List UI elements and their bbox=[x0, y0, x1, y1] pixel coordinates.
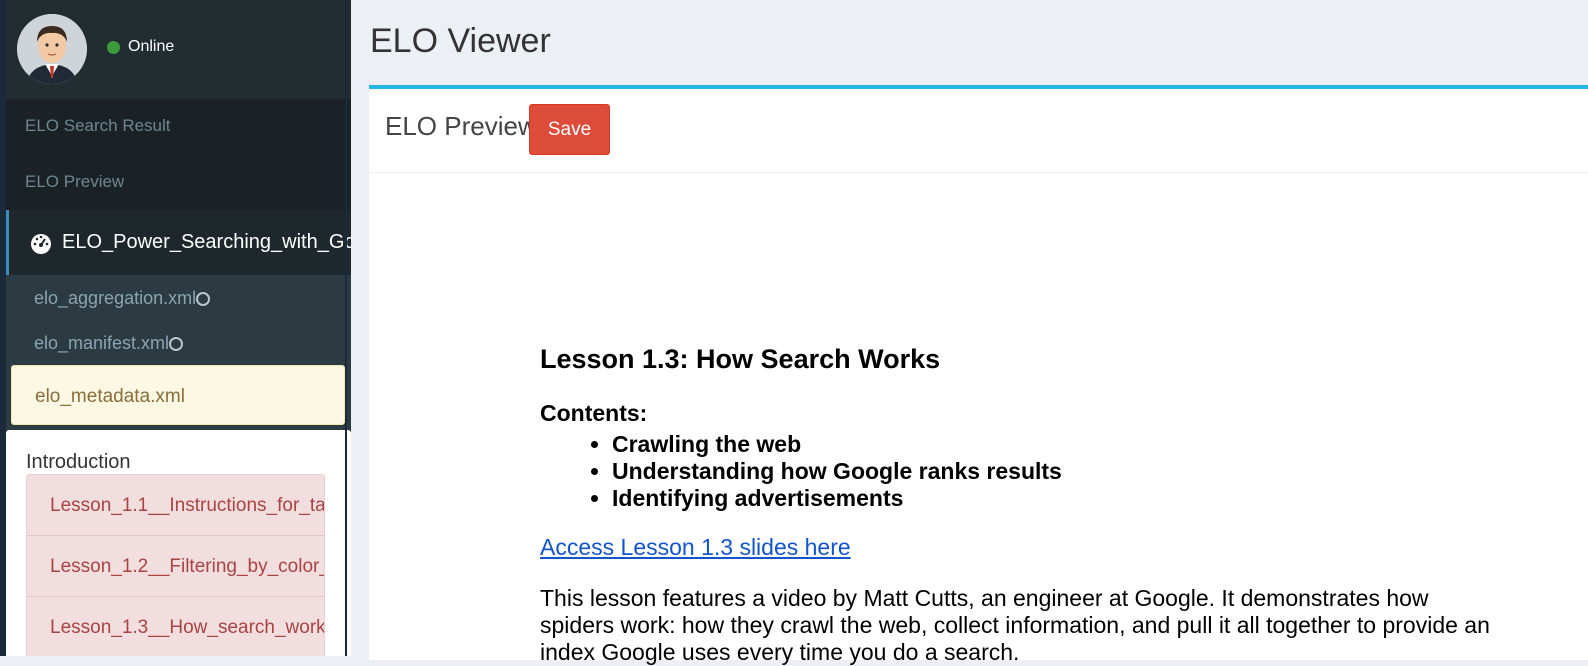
contents-label: Contents: bbox=[540, 400, 648, 426]
lesson-list: Lesson_1.1__Instructions_for_taking_this… bbox=[26, 474, 325, 656]
user-avatar[interactable] bbox=[17, 14, 87, 84]
save-button[interactable]: Save bbox=[529, 104, 610, 155]
lesson-label: Lesson_1.2__Filtering_by_color_(Images) bbox=[50, 556, 324, 577]
lesson-item[interactable]: Lesson_1.3__How_search_works_(Video) bbox=[27, 597, 324, 656]
box-header: ELO Preview Save bbox=[369, 89, 1588, 173]
lesson-label: Lesson_1.1__Instructions_for_taking_this… bbox=[50, 495, 325, 516]
file-item-aggregation[interactable]: elo_aggregation.xml bbox=[34, 288, 211, 309]
circle-icon bbox=[196, 291, 211, 306]
sidebar: Online ELO Search Result ELO Preview ELO… bbox=[6, 0, 351, 656]
status-label: Online bbox=[128, 38, 175, 55]
active-item-label: ELO_Power_Searching_with_Google bbox=[62, 231, 351, 253]
file-label: elo_manifest.xml bbox=[34, 333, 170, 353]
file-item-metadata-selected[interactable]: elo_metadata.xml bbox=[11, 365, 345, 425]
box-title: ELO Preview bbox=[385, 111, 537, 141]
status-dot-icon bbox=[107, 40, 120, 54]
preview-box: ELO Preview Save Lesson 1.3: How Search … bbox=[369, 85, 1588, 665]
section-title-introduction: Introduction bbox=[26, 451, 131, 473]
file-label: elo_aggregation.xml bbox=[34, 288, 197, 308]
page-title: ELO Viewer bbox=[370, 22, 551, 60]
sidebar-item-active-elo[interactable]: ELO_Power_Searching_with_Google bbox=[6, 210, 351, 275]
content-header: ELO Viewer bbox=[351, 0, 1588, 85]
contents-list: Crawling the web Understanding how Googl… bbox=[540, 431, 1500, 512]
sidebar-item-elo-search-result[interactable]: ELO Search Result bbox=[25, 116, 171, 136]
selected-file-label: elo_metadata.xml bbox=[35, 386, 185, 407]
sidebar-divider bbox=[345, 0, 347, 656]
lessons-panel: Introduction Lesson_1.1__Instructions_fo… bbox=[6, 430, 351, 656]
lesson-heading: Lesson 1.3: How Search Works bbox=[540, 344, 941, 374]
contents-item: Understanding how Google ranks results bbox=[612, 458, 1500, 485]
lesson-item[interactable]: Lesson_1.2__Filtering_by_color_(Images) bbox=[27, 536, 324, 597]
lesson-item[interactable]: Lesson_1.1__Instructions_for_taking_this… bbox=[27, 475, 324, 536]
contents-item: Crawling the web bbox=[612, 431, 1500, 458]
sidebar-menu: ELO Search Result ELO Preview bbox=[6, 99, 351, 210]
circle-icon bbox=[169, 336, 184, 351]
document-preview: Lesson 1.3: How Search Works Contents: C… bbox=[540, 344, 1500, 666]
dashboard-icon bbox=[31, 234, 51, 254]
lesson-description: This lesson features a video by Matt Cut… bbox=[540, 585, 1490, 665]
sidebar-item-elo-preview[interactable]: ELO Preview bbox=[25, 172, 124, 192]
slides-link[interactable]: Access Lesson 1.3 slides here bbox=[540, 534, 851, 561]
user-status: Online bbox=[107, 38, 174, 56]
contents-item: Identifying advertisements bbox=[612, 485, 1500, 512]
user-panel: Online bbox=[6, 0, 351, 99]
lesson-label: Lesson_1.3__How_search_works_(Video) bbox=[50, 617, 325, 638]
file-item-manifest[interactable]: elo_manifest.xml bbox=[34, 333, 184, 354]
